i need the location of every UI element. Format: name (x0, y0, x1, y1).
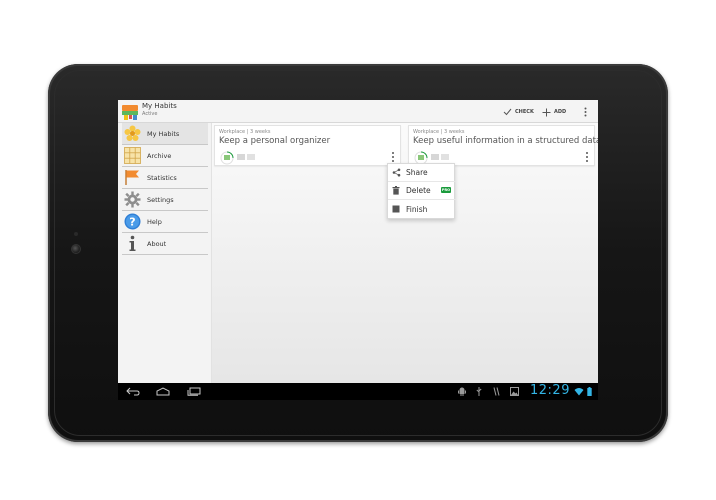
sidebar-item-label: Statistics (147, 173, 177, 182)
sidebar-item-label: My Habits (147, 129, 180, 138)
stop-icon (391, 204, 401, 214)
sidebar-item-label: Help (147, 217, 162, 226)
sensor-dot (74, 232, 78, 236)
sidebar-item-settings[interactable]: Settings (122, 189, 208, 211)
system-navigation-bar: 12:29 (118, 383, 598, 400)
habit-meta: Workplace | 3 weeks (219, 129, 271, 135)
status-clock: 12:29 (530, 383, 570, 398)
habit-context-menu: Share Delete PRO Finish (387, 163, 456, 219)
sidebar-item-about[interactable]: About (122, 233, 208, 255)
app-title: My Habits (142, 102, 177, 110)
sidebar-item-archive[interactable]: Archive (122, 145, 208, 167)
recents-icon (187, 387, 201, 396)
dot (392, 152, 394, 154)
habit-title: Keep useful information in a structured … (413, 136, 598, 146)
action-bar: My Habits Active CHECK ADD (118, 100, 598, 123)
app-logo-icon[interactable] (121, 103, 139, 121)
habit-card[interactable]: Workplace | 3 weeks Keep a personal orga… (214, 125, 401, 166)
flag-icon (123, 169, 141, 187)
overflow-menu-icon (584, 107, 586, 117)
menu-item-label: Share (406, 168, 428, 177)
sidebar-item-help[interactable]: ? Help (122, 211, 208, 233)
android-debug-icon (458, 387, 466, 396)
add-label: ADD (554, 109, 567, 115)
progress-ring-icon (220, 151, 234, 165)
front-camera (71, 244, 81, 254)
habit-more-button[interactable] (390, 152, 396, 162)
wifi-icon (574, 388, 584, 396)
sidebar-item-my-habits[interactable]: My Habits (122, 123, 208, 145)
share-icon (391, 168, 401, 178)
reminder-icon (247, 154, 255, 160)
home-button[interactable] (156, 386, 170, 397)
menu-item-share[interactable]: Share (388, 164, 456, 182)
menu-item-finish[interactable]: Finish (388, 200, 456, 218)
svg-text:?: ? (129, 216, 135, 229)
recents-button[interactable] (187, 386, 201, 397)
navigation-drawer: My Habits Archive Statistics Settings ? … (118, 123, 212, 383)
battery-icon (587, 387, 592, 396)
image-icon (510, 387, 519, 396)
sidebar-item-label: Archive (147, 151, 172, 160)
menu-item-label: Delete (406, 186, 431, 195)
dot (392, 156, 394, 158)
streak-icon (237, 154, 245, 160)
help-icon: ? (123, 213, 141, 231)
trash-icon (391, 186, 401, 196)
flower-icon (123, 125, 141, 143)
usb-icon (476, 387, 482, 396)
dot (586, 160, 588, 162)
home-icon (156, 387, 170, 396)
menu-item-label: Finish (406, 204, 428, 214)
habit-more-button[interactable] (584, 152, 590, 162)
sidebar-item-label: About (147, 239, 167, 248)
dot (392, 160, 394, 162)
back-button[interactable] (126, 386, 140, 397)
back-icon (126, 387, 140, 396)
pro-badge: PRO (441, 187, 451, 193)
device-screen: My Habits Active CHECK ADD My Habits Arc… (118, 100, 598, 400)
check-button[interactable]: CHECK (503, 104, 534, 120)
sync-icon (493, 387, 500, 396)
gear-icon (123, 191, 141, 209)
sidebar-item-label: Settings (147, 195, 174, 204)
habit-meta: Workplace | 3 weeks (413, 129, 465, 135)
habit-list: Workplace | 3 weeks Keep a personal orga… (212, 123, 598, 383)
check-label: CHECK (515, 109, 534, 115)
menu-item-delete[interactable]: Delete PRO (388, 182, 456, 200)
info-icon (123, 235, 141, 253)
add-button[interactable]: ADD (542, 104, 566, 120)
app-subtitle: Active (142, 111, 158, 117)
habit-card[interactable]: Workplace | 3 weeks Keep useful informat… (408, 125, 598, 166)
overflow-menu-button[interactable] (580, 104, 590, 120)
sidebar-item-statistics[interactable]: Statistics (122, 167, 208, 189)
checkmark-icon (503, 108, 512, 116)
reminder-icon (441, 154, 449, 160)
streak-icon (431, 154, 439, 160)
dot (586, 152, 588, 154)
dot (586, 156, 588, 158)
grid-icon (123, 147, 141, 165)
plus-icon (542, 108, 551, 116)
habit-title: Keep a personal organizer (219, 136, 331, 146)
